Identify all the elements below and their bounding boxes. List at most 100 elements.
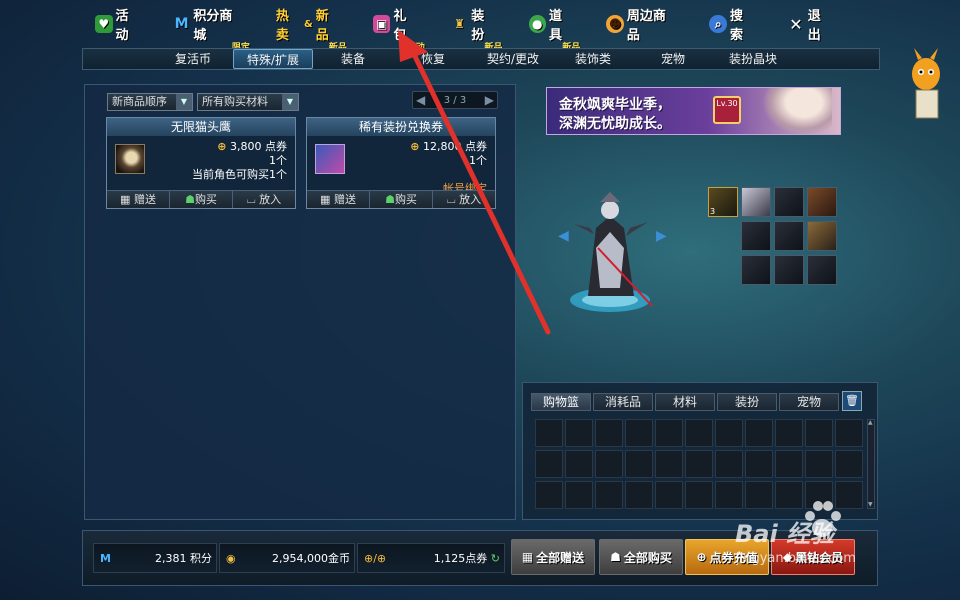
basket-cell[interactable] <box>715 481 743 509</box>
nav-search[interactable]: ⌕ 搜索 <box>709 5 755 43</box>
basket-scrollbar[interactable]: ▲ ▼ <box>867 419 875 509</box>
cart-icon: ☗ <box>610 550 621 564</box>
basket-cell[interactable] <box>595 419 623 447</box>
tab-contract[interactable]: 契约/更改 <box>473 49 553 69</box>
basket-cell[interactable] <box>745 481 773 509</box>
basket-cell[interactable] <box>655 450 683 478</box>
prev-page-icon[interactable]: ◀ <box>416 93 425 107</box>
nav-activity[interactable]: ♥ 活动 <box>95 5 141 43</box>
material-select[interactable]: 所有购买材料 ▼ <box>197 93 299 111</box>
tab-pets[interactable]: 宠物 <box>779 393 839 411</box>
promo-banner[interactable]: 金秋飒爽毕业季， 深渊无忧助成长。 Lv.30 <box>546 87 841 135</box>
basket-cell[interactable] <box>565 450 593 478</box>
gift-button[interactable]: ▦ 赠送 <box>307 191 370 208</box>
equip-slot[interactable] <box>807 221 837 251</box>
equip-slot[interactable] <box>774 187 804 217</box>
watermark-url: jingyan.baidu.com <box>736 551 856 566</box>
basket-cell[interactable] <box>655 481 683 509</box>
basket-cell[interactable] <box>745 450 773 478</box>
sort-select[interactable]: 新商品顺序 ▼ <box>107 93 193 111</box>
basket-cell[interactable] <box>535 419 563 447</box>
nav-items[interactable]: ● 道具 新品 <box>528 5 580 53</box>
add-to-basket-button[interactable]: ⌴ 放入 <box>433 191 495 208</box>
product-price: ⊕ 12,800 点券 1个 帐号绑定 <box>410 140 487 195</box>
equip-slot[interactable] <box>807 187 837 217</box>
basket-cell[interactable] <box>685 481 713 509</box>
basket-cell[interactable] <box>775 419 803 447</box>
chevron-up-icon[interactable]: ▲ <box>868 420 874 426</box>
tab-revive-coin[interactable]: 复活币 <box>153 49 233 69</box>
buy-button[interactable]: ☗购买 <box>170 191 233 208</box>
tab-equipment[interactable]: 装备 <box>313 49 393 69</box>
equip-slot[interactable] <box>741 221 771 251</box>
tab-avatar[interactable]: 装扮 <box>717 393 777 411</box>
product-card: 稀有装扮兑换券 ⊕ 12,800 点券 1个 帐号绑定 ▦ 赠送 ☗购买 ⌴ 放… <box>306 117 496 209</box>
next-page-icon[interactable]: ▶ <box>485 93 494 107</box>
tab-consumables[interactable]: 消耗品 <box>593 393 653 411</box>
nav-exit[interactable]: ✕ 退出 <box>787 5 833 43</box>
tab-recovery[interactable]: 恢复 <box>393 49 473 69</box>
top-nav: ♥ 活动 M 积分商城 限定 热卖&新品 新品 ▣ 礼包 活动 ♜ 装扮 新品 … <box>95 9 865 53</box>
basket-cell[interactable] <box>565 419 593 447</box>
gold-display: ◉ 2,954,000金币 <box>219 543 355 573</box>
basket-cell[interactable] <box>625 481 653 509</box>
basket-cell[interactable] <box>595 481 623 509</box>
owl-icon <box>115 144 145 174</box>
basket-icon: ⌴ <box>446 193 456 206</box>
basket-cell[interactable] <box>685 419 713 447</box>
tab-basket[interactable]: 购物篮 <box>531 393 591 411</box>
basket-cell[interactable] <box>775 450 803 478</box>
nav-hot-new[interactable]: 热卖&新品 新品 <box>276 5 347 53</box>
tab-pet[interactable]: 宠物 <box>633 49 713 69</box>
pager: ◀ 3 / 3 ▶ <box>412 91 498 109</box>
basket-cell[interactable] <box>625 450 653 478</box>
refresh-icon[interactable]: ↻ <box>491 552 500 565</box>
equip-slot[interactable] <box>741 187 771 217</box>
tab-materials[interactable]: 材料 <box>655 393 715 411</box>
tab-avatar-crystal[interactable]: 装扮晶块 <box>713 49 793 69</box>
basket-cell[interactable] <box>535 481 563 509</box>
gift-icon: ▦ <box>120 193 131 206</box>
basket-cell[interactable] <box>655 419 683 447</box>
buy-button[interactable]: ☗购买 <box>370 191 433 208</box>
trophy-icon: ♜ <box>454 17 465 31</box>
nav-avatar[interactable]: ♜ 装扮 新品 <box>451 5 502 53</box>
chevron-down-icon[interactable]: ▼ <box>868 502 874 508</box>
watermark: Bai 经验 <box>735 520 835 548</box>
basket-cell[interactable] <box>535 450 563 478</box>
basket-cell[interactable] <box>835 419 863 447</box>
basket-cell[interactable] <box>805 419 833 447</box>
tab-decoration[interactable]: 装饰类 <box>553 49 633 69</box>
nav-gift-pack[interactable]: ▣ 礼包 活动 <box>372 5 425 53</box>
product-actions: ▦ 赠送 ☗购买 ⌴ 放入 <box>307 190 495 208</box>
basket-cell[interactable] <box>565 481 593 509</box>
basket-cell[interactable] <box>595 450 623 478</box>
product-name: 无限猫头鹰 <box>107 118 295 136</box>
buy-all-button[interactable]: ☗ 全部购买 <box>599 539 683 575</box>
equip-slot[interactable] <box>774 221 804 251</box>
nav-points-mall[interactable]: M 积分商城 限定 <box>173 5 250 53</box>
basket-cell[interactable] <box>625 419 653 447</box>
equip-slot[interactable] <box>741 255 771 285</box>
nav-merch[interactable]: ☻ 周边商品 <box>606 5 677 43</box>
tab-special-expand[interactable]: 特殊/扩展 <box>233 49 313 69</box>
equip-slot[interactable] <box>807 255 837 285</box>
basket-cell[interactable] <box>715 450 743 478</box>
basket-icon: ⌴ <box>246 193 256 206</box>
basket-cell[interactable] <box>805 450 833 478</box>
gift-icon: ♥ <box>95 15 113 33</box>
basket-cell[interactable] <box>685 450 713 478</box>
product-name: 稀有装扮兑换券 <box>307 118 495 136</box>
character-preview <box>570 192 653 312</box>
close-icon: ✕ <box>789 14 803 34</box>
equip-slot[interactable]: 3 <box>708 187 738 217</box>
basket-cell[interactable] <box>715 419 743 447</box>
trash-icon[interactable]: 🗑 <box>842 391 862 411</box>
basket-cell[interactable] <box>775 481 803 509</box>
add-to-basket-button[interactable]: ⌴ 放入 <box>233 191 295 208</box>
gift-all-button[interactable]: ▦ 全部赠送 <box>511 539 595 575</box>
gift-button[interactable]: ▦ 赠送 <box>107 191 170 208</box>
equip-slot[interactable] <box>774 255 804 285</box>
basket-cell[interactable] <box>745 419 773 447</box>
basket-cell[interactable] <box>835 450 863 478</box>
